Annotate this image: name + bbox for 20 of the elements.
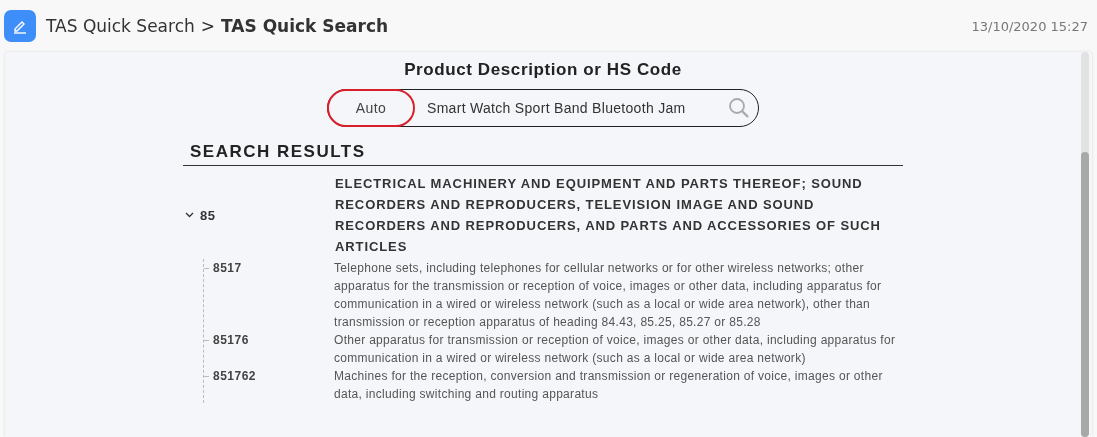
page-title: TAS Quick Search bbox=[221, 16, 389, 36]
timestamp: 13/10/2020 15:27 bbox=[971, 18, 1088, 34]
search-icon[interactable] bbox=[728, 97, 750, 119]
chevron-icon[interactable] bbox=[185, 212, 194, 218]
search-title: Product Description or HS Code bbox=[404, 60, 682, 80]
results-heading: SEARCH RESULTS bbox=[183, 139, 903, 166]
hs-code[interactable]: 851762 bbox=[213, 369, 257, 383]
breadcrumb-link[interactable]: TAS Quick Search bbox=[46, 16, 195, 36]
hs-code[interactable]: 85 bbox=[200, 207, 216, 223]
hs-code[interactable]: 85176 bbox=[213, 333, 249, 347]
hs-description: Telephone sets, including telephones for cellular networks or for other wireless networks; other apparatus for the transmission or reception of voice, images or other data, including apparatus for communication in a wired or wireless network (such as a local or wide area network), other than transmission or reception apparatus of heading 84.43, 85.25, 85.27 or 85.28 bbox=[334, 260, 883, 331]
hs-description: Machines for the reception, conversion and transmission or regeneration of voice, images or other data, including switching and routing apparatus bbox=[334, 368, 884, 403]
edit-icon bbox=[4, 10, 36, 42]
hs-description: ELECTRICAL MACHINERY AND EQUIPMENT AND PARTS THEREOF; SOUND RECORDERS AND REPRODUCERS, TELEVISION IMAGE AND SOUND RECORDERS AND REPRODUCERS, AND PARTS AND ACCESSORIES OF SUCH ARTICLES bbox=[335, 175, 882, 256]
hs-description: Other apparatus for transmission or reception of voice, images or other data, including apparatus for communication in a wired or wireless network (such as a local or wide area network) bbox=[334, 332, 897, 367]
mode-button[interactable]: Auto bbox=[327, 89, 415, 127]
hs-code[interactable]: 8517 bbox=[213, 261, 242, 275]
breadcrumb-separator: > bbox=[200, 16, 216, 36]
search-field[interactable]: Auto Smart Watch Sport Band Bluetooth Jam bbox=[327, 89, 759, 127]
scrollbar-thumb[interactable] bbox=[1081, 152, 1089, 437]
